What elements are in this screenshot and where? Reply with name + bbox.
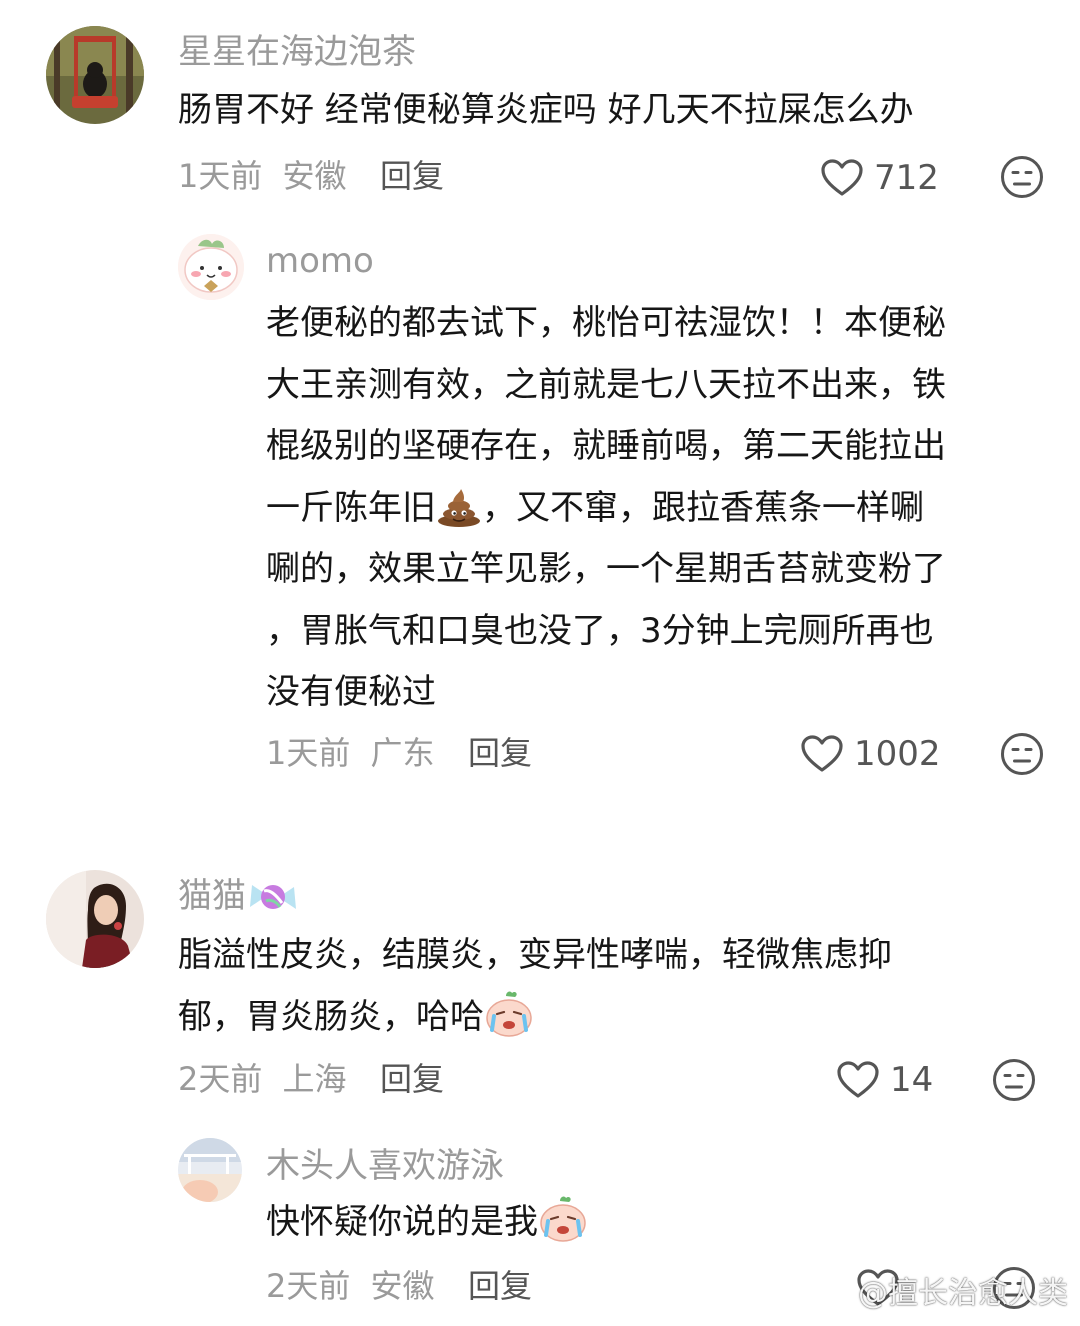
comment-text: 脂溢性皮炎，结膜炎，变异性哮喘，轻微焦虑抑 郁，胃炎肠炎，哈哈 [178, 935, 892, 1037]
reply-location: 安徽 [370, 1267, 435, 1305]
reply-username[interactable]: momo [266, 241, 374, 281]
avatar-momo[interactable] [178, 234, 244, 300]
like-count: 14 [890, 1060, 934, 1100]
heart-outline-icon [821, 159, 863, 196]
candy-emoji [250, 885, 296, 909]
reply-button[interactable]: 回复 [380, 1059, 444, 1099]
watermark: @擅长治愈人类 [818, 1268, 1068, 1312]
like-button[interactable]: 1002 [800, 732, 941, 776]
comment-location: 上海 [282, 1060, 347, 1098]
heart-outline-icon [837, 1061, 879, 1098]
reply-button[interactable]: 回复 [468, 733, 532, 773]
dislike-button[interactable] [1000, 732, 1044, 776]
meh-face-icon [993, 1059, 1035, 1101]
avatar-xingxing[interactable] [46, 26, 144, 124]
poop-emoji [438, 488, 480, 527]
meh-face-icon [1001, 733, 1043, 775]
like-count: 1002 [854, 734, 941, 774]
comment-username[interactable]: 星星在海边泡茶 [178, 32, 416, 72]
reply-time: 2天前 [266, 1267, 351, 1305]
reply-meta: 1天前 广东 [266, 733, 435, 773]
reply-text: 快怀疑你说的是我 [266, 1192, 588, 1254]
comment-time: 1天前 [178, 157, 263, 195]
comment-time: 2天前 [178, 1060, 263, 1098]
crying-face-sticker [540, 1196, 586, 1242]
avatar-mutouren[interactable] [178, 1138, 242, 1202]
reply-text: 老便秘的都去试下，桃怡可祛湿饮！！本便秘 大王亲测有效，之前就是七八天拉不出来，… [266, 303, 946, 712]
comment-location: 安徽 [282, 157, 347, 195]
comment-meta: 1天前 安徽 [178, 156, 347, 196]
reply-button[interactable]: 回复 [468, 1266, 532, 1306]
meh-face-icon [1001, 156, 1043, 198]
reply-button[interactable]: 回复 [380, 156, 444, 196]
like-button[interactable]: 14 [836, 1058, 933, 1102]
avatar-maomao[interactable] [46, 870, 144, 968]
like-button[interactable]: 712 [820, 156, 939, 200]
reply-meta: 2天前 安徽 [266, 1266, 435, 1306]
like-count: 712 [874, 158, 939, 198]
crying-face-sticker [486, 991, 532, 1037]
weibo-logo-icon [818, 1277, 853, 1305]
reply-username[interactable]: 木头人喜欢游泳 [266, 1146, 504, 1186]
dislike-button[interactable] [1000, 155, 1044, 199]
heart-outline-icon [801, 735, 843, 772]
comment-meta: 2天前 上海 [178, 1059, 347, 1099]
comment-text: 肠胃不好 经常便秘算炎症吗 好几天不拉屎怎么办 [178, 90, 914, 130]
dislike-button[interactable] [992, 1058, 1036, 1102]
reply-location: 广东 [370, 734, 435, 772]
comment-username[interactable]: 猫猫 [178, 876, 298, 917]
reply-time: 1天前 [266, 734, 351, 772]
